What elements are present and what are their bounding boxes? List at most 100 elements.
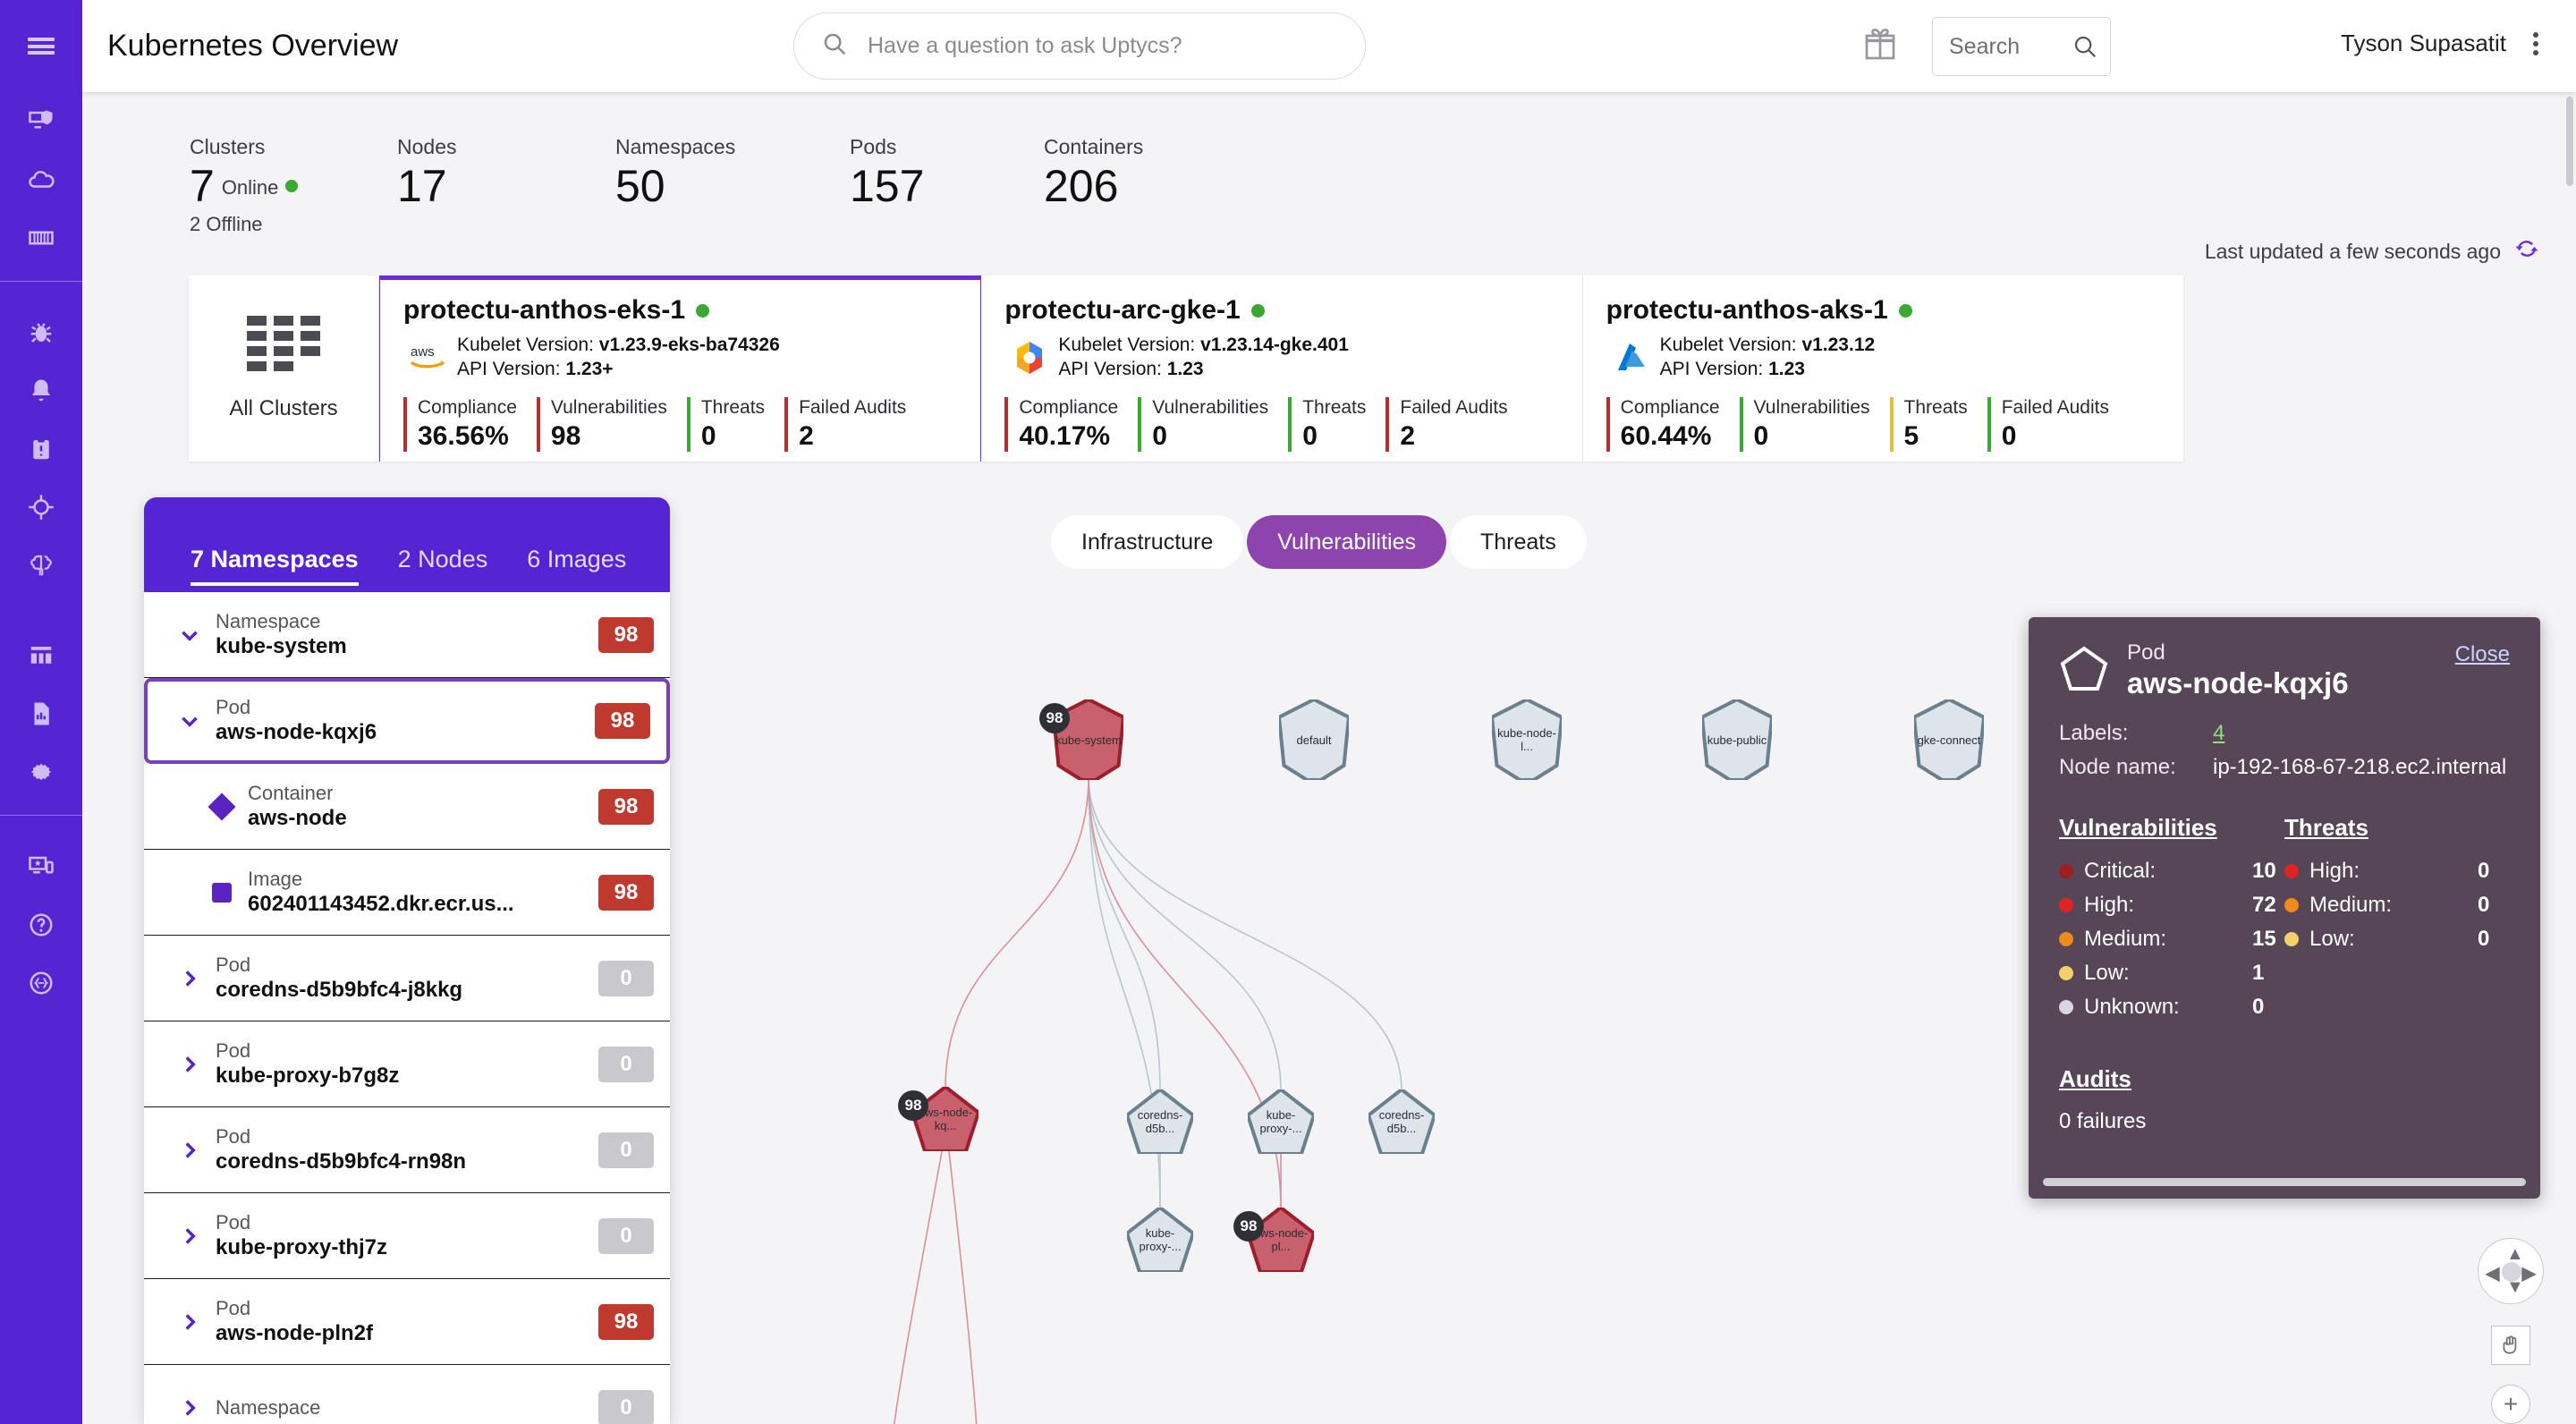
chevron-right-icon[interactable] xyxy=(174,1053,205,1076)
chevron-down-icon[interactable] xyxy=(174,709,205,733)
tab-nodes[interactable]: 2 Nodes xyxy=(398,546,488,582)
severity-count: 0 xyxy=(2478,859,2490,883)
graph-node-pod[interactable]: coredns-d5b... xyxy=(1127,1089,1193,1154)
refresh-icon[interactable] xyxy=(2513,235,2540,267)
container-diamond-icon xyxy=(207,792,237,821)
api-braces-icon[interactable] xyxy=(0,954,82,1012)
list-item[interactable]: Pod coredns-d5b9bfc4-j8kkg 0 xyxy=(144,936,670,1021)
help-circle-icon[interactable] xyxy=(0,895,82,954)
pan-compass[interactable]: ▲ ▼ ◀ ▶ xyxy=(2478,1238,2544,1304)
page-scrollbar[interactable] xyxy=(2566,97,2573,186)
gift-icon[interactable] xyxy=(1862,27,1898,67)
graph-map-controls: ▲ ▼ ◀ ▶ + xyxy=(2478,1238,2544,1424)
tab-images[interactable]: 6 Images xyxy=(527,546,626,582)
list-item[interactable]: Pod kube-proxy-b7g8z 0 xyxy=(144,1021,670,1107)
chevron-right-icon[interactable] xyxy=(174,1396,205,1420)
list-item[interactable]: Container aws-node 98 xyxy=(144,764,670,850)
threats-heading[interactable]: Threats xyxy=(2284,814,2510,842)
list-item-name: aws-node-pln2f xyxy=(216,1320,374,1345)
detail-scrollbar[interactable] xyxy=(2043,1178,2526,1186)
chevron-down-icon[interactable] xyxy=(174,623,205,647)
metric-failed-audits: Failed Audits 2 xyxy=(1385,397,1508,452)
list-item[interactable]: Pod kube-proxy-thj7z 0 xyxy=(144,1193,670,1279)
cluster-card-eks[interactable]: protectu-anthos-eks-1 aws Kubelet Versio… xyxy=(379,275,982,462)
graph-node-namespace[interactable]: gke-connect xyxy=(1914,699,1984,780)
severity-label: Critical: xyxy=(2084,859,2157,883)
api-label: API Version: xyxy=(1058,359,1162,379)
chevron-right-icon[interactable] xyxy=(174,1310,205,1334)
labels-value-link[interactable]: 4 xyxy=(2213,721,2224,746)
more-options-icon[interactable] xyxy=(2533,29,2538,59)
metric-vulnerabilities: Vulnerabilities 98 xyxy=(536,397,667,452)
gear-icon[interactable] xyxy=(0,742,82,801)
zoom-in-button[interactable]: + xyxy=(2491,1385,2530,1424)
report-icon[interactable] xyxy=(0,684,82,742)
asset-shield-icon[interactable] xyxy=(0,92,82,150)
vulnerability-severity-row: Critical: 10 xyxy=(2059,854,2284,888)
graph-node-namespace[interactable]: kube-public xyxy=(1702,699,1772,780)
graph-node-pod[interactable]: kube-proxy-... xyxy=(1248,1089,1314,1154)
brain-icon[interactable] xyxy=(0,536,82,594)
target-icon[interactable] xyxy=(0,478,82,536)
list-item-name: aws-node xyxy=(248,805,347,830)
image-square-icon xyxy=(207,882,237,903)
pod-shape-icon xyxy=(1368,1089,1435,1154)
severity-label: Medium: xyxy=(2309,893,2393,917)
list-item[interactable]: Image 602401143452.dkr.ecr.us... 98 xyxy=(144,850,670,936)
cluster-name: protectu-arc-gke-1 xyxy=(1004,295,1558,326)
user-name[interactable]: Tyson Supasatit xyxy=(2341,30,2506,57)
list-item[interactable]: Namespace kube-system 98 xyxy=(144,592,670,678)
graph-node-namespace[interactable]: kube-node-l... xyxy=(1492,699,1562,780)
chevron-right-icon[interactable] xyxy=(174,1139,205,1162)
graph-node-badge: 98 xyxy=(1233,1211,1264,1242)
cluster-card-aks[interactable]: protectu-anthos-aks-1 Kubelet Version: v… xyxy=(1583,275,2183,462)
graph-node-namespace[interactable]: default xyxy=(1279,699,1349,780)
metric-compliance: Compliance 60.44% xyxy=(1606,397,1720,452)
tab-threats[interactable]: Threats xyxy=(1450,515,1587,569)
all-clusters-card[interactable]: All Clusters xyxy=(189,275,379,462)
search-submit-icon[interactable] xyxy=(2072,33,2098,64)
list-item[interactable]: Namespace 0 xyxy=(144,1365,670,1424)
list-item[interactable]: Pod aws-node-kqxj6 98 xyxy=(144,678,670,764)
tab-namespaces[interactable]: 7 Namespaces xyxy=(191,546,359,586)
severity-dot xyxy=(2059,932,2073,946)
list-item-badge: 0 xyxy=(598,1217,654,1254)
pan-hand-icon[interactable] xyxy=(2491,1326,2530,1365)
page-title: Kubernetes Overview xyxy=(107,29,399,63)
status-dot-online xyxy=(1250,303,1265,318)
alerts-bell-icon[interactable] xyxy=(0,361,82,420)
severity-label: Low: xyxy=(2309,927,2355,951)
cloud-icon[interactable] xyxy=(0,150,82,208)
vulnerabilities-heading[interactable]: Vulnerabilities xyxy=(2059,814,2284,842)
graph-node-pod[interactable]: kube-proxy-... xyxy=(1127,1208,1193,1272)
chevron-right-icon[interactable] xyxy=(174,1225,205,1248)
cluster-name: protectu-anthos-eks-1 xyxy=(403,295,957,326)
metric-threats: Threats 0 xyxy=(686,397,765,452)
clipboard-alert-icon[interactable] xyxy=(0,420,82,478)
list-item-kind: Pod xyxy=(216,1124,251,1148)
ask-uptycs-input[interactable]: Have a question to ask Uptycs? xyxy=(793,13,1366,80)
chevron-right-icon[interactable] xyxy=(174,967,205,990)
cluster-card-gke[interactable]: protectu-arc-gke-1 Kubelet Version: v1.2… xyxy=(981,275,1583,462)
list-item[interactable]: Pod coredns-d5b9bfc4-rn98n 0 xyxy=(144,1107,670,1193)
summary-stats-strip: Clusters 7 Online 2 Offline Nodes 17 Name… xyxy=(82,92,2576,267)
close-detail-link[interactable]: Close xyxy=(2455,642,2510,667)
devices-star-icon[interactable] xyxy=(0,837,82,895)
tab-infrastructure[interactable]: Infrastructure xyxy=(1051,515,1244,569)
list-item[interactable]: Pod aws-node-pln2f 98 xyxy=(144,1279,670,1365)
metric-failed-audits: Failed Audits 2 xyxy=(784,397,906,452)
pan-left-arrow[interactable]: ◀ xyxy=(2486,1262,2499,1284)
severity-count: 0 xyxy=(2252,995,2265,1019)
graph-node-pod[interactable]: coredns-d5b... xyxy=(1368,1089,1435,1154)
tab-vulnerabilities[interactable]: Vulnerabilities xyxy=(1247,515,1446,569)
menu-icon[interactable] xyxy=(0,0,82,92)
last-updated-refresh[interactable]: Last updated a few seconds ago xyxy=(2205,235,2540,267)
bug-icon[interactable] xyxy=(0,303,82,361)
cluster-versions: Kubelet Version: v1.23.9-eks-ba74326 API… xyxy=(457,333,780,381)
container-icon[interactable] xyxy=(0,208,82,267)
search-icon xyxy=(821,30,848,62)
severity-label: Low: xyxy=(2084,961,2130,985)
dashboard-icon[interactable] xyxy=(0,626,82,684)
audits-heading[interactable]: Audits xyxy=(2059,1065,2510,1093)
pan-right-arrow[interactable]: ▶ xyxy=(2522,1262,2536,1284)
